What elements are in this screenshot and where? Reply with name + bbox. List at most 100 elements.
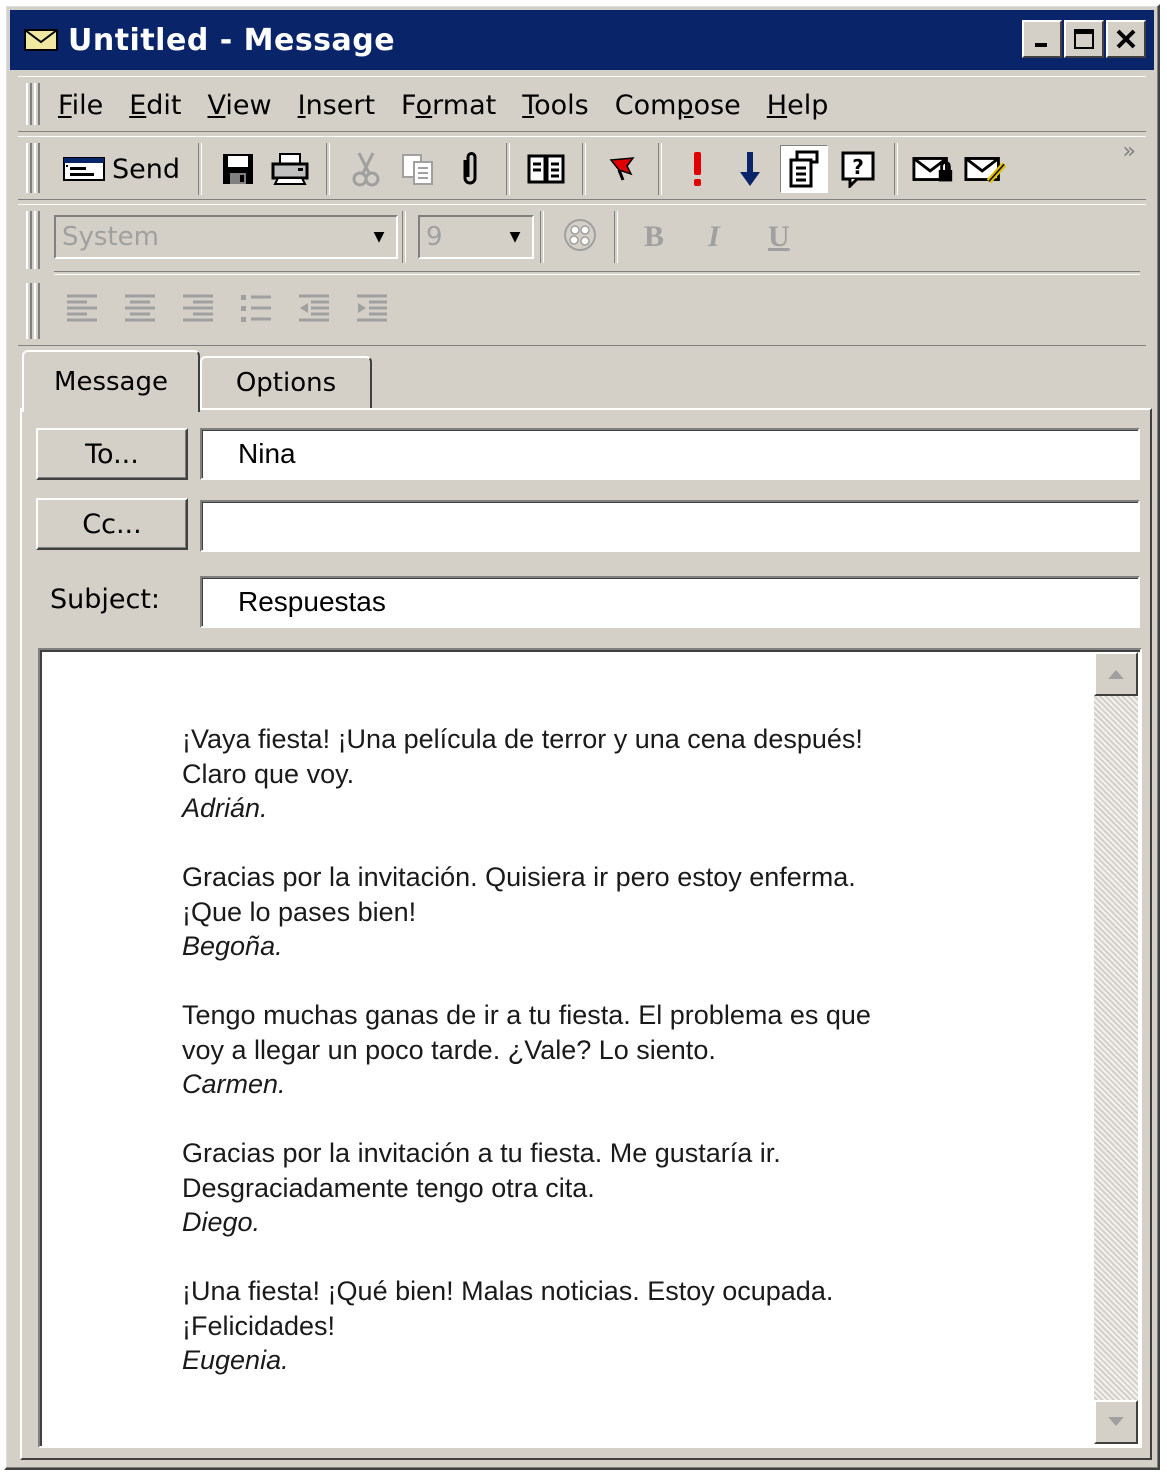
menu-bar: File Edit View Insert Format Tools Compose Help <box>18 76 1146 132</box>
font-color-button[interactable] <box>558 213 602 257</box>
separator <box>326 143 331 195</box>
tab-message[interactable]: Message <box>22 350 200 412</box>
toolbar-overflow-chevron[interactable]: » <box>1123 139 1136 164</box>
font-size-select[interactable]: 9 ▼ <box>418 215 534 259</box>
to-button-label: To... <box>85 438 139 470</box>
to-button[interactable]: To... <box>36 428 188 480</box>
menu-grip[interactable] <box>26 83 32 125</box>
to-field[interactable]: Nina <box>200 428 1140 480</box>
chevron-down-icon[interactable]: ▼ <box>364 219 394 255</box>
attach-button[interactable] <box>448 147 492 191</box>
separator <box>506 143 511 195</box>
scroll-down-button[interactable] <box>1094 1400 1138 1444</box>
message-body[interactable]: ¡Vaya fiesta! ¡Una película de terror y … <box>38 648 1142 1448</box>
help-icon: ? <box>841 151 875 188</box>
scroll-down-arrow-icon <box>1108 1417 1124 1426</box>
reply-signature: Adrián. <box>182 793 268 823</box>
reply-line: ¡Una fiesta! ¡Qué bien! Malas noticias. … <box>182 1276 834 1306</box>
cc-button[interactable]: Cc... <box>36 498 188 550</box>
italic-button[interactable]: I <box>708 207 720 267</box>
tab-options[interactable]: Options <box>200 356 372 408</box>
bullets-icon[interactable] <box>238 291 274 325</box>
envelope-icon <box>24 29 58 51</box>
address-book-button[interactable] <box>524 147 568 191</box>
flag-button[interactable] <box>600 147 644 191</box>
scroll-up-button[interactable] <box>1094 652 1138 696</box>
toolbar-divider <box>54 271 1140 275</box>
format-grip[interactable] <box>26 211 32 269</box>
menu-format[interactable]: Format <box>401 90 496 121</box>
align-left-icon[interactable] <box>64 291 100 325</box>
encrypt-icon <box>912 157 953 182</box>
send-label: Send <box>112 153 181 185</box>
separator <box>402 211 406 263</box>
reply-signature: Carmen. <box>182 1069 286 1099</box>
reply-line: ¡Vaya fiesta! ¡Una película de terror y … <box>182 724 863 754</box>
encrypt-button[interactable] <box>912 147 956 191</box>
save-icon <box>223 154 254 184</box>
subject-field[interactable]: Respuestas <box>200 576 1140 628</box>
message-text[interactable]: ¡Vaya fiesta! ¡Una película de terror y … <box>182 722 1082 1412</box>
toolbar-grip[interactable] <box>26 143 32 193</box>
increase-indent-icon[interactable] <box>354 291 390 325</box>
maximize-button[interactable] <box>1064 20 1104 58</box>
properties-button[interactable] <box>780 145 829 193</box>
sign-button[interactable] <box>964 147 1008 191</box>
tab-options-label: Options <box>235 368 337 398</box>
menu-view[interactable]: View <box>208 90 272 121</box>
bold-button[interactable]: B <box>644 207 664 267</box>
font-select[interactable]: System ▼ <box>54 215 398 259</box>
maximize-icon <box>1074 29 1094 49</box>
high-priority-icon <box>694 152 702 186</box>
flag-icon <box>609 157 635 181</box>
address-book-icon <box>527 154 565 184</box>
low-priority-button[interactable] <box>728 147 772 191</box>
font-value: System <box>62 222 159 252</box>
chevron-down-icon[interactable]: ▼ <box>500 219 530 255</box>
align-right-icon[interactable] <box>180 291 216 325</box>
decrease-indent-icon[interactable] <box>296 291 332 325</box>
print-button[interactable] <box>268 147 312 191</box>
vertical-scrollbar[interactable] <box>1094 652 1138 1444</box>
help-button[interactable]: ? <box>836 147 880 191</box>
low-priority-icon <box>740 152 761 186</box>
reply-paragraph: ¡Vaya fiesta! ¡Una película de terror y … <box>182 722 1082 826</box>
menu-grip-2 <box>34 83 40 125</box>
reply-paragraph: ¡Una fiesta! ¡Qué bien! Malas noticias. … <box>182 1274 1082 1378</box>
copy-button[interactable] <box>396 147 440 191</box>
properties-icon <box>789 150 819 188</box>
window-title: Untitled - Message <box>68 22 396 58</box>
send-button[interactable]: Send <box>54 153 188 185</box>
reply-line: voy a llegar un poco tarde. ¿Vale? Lo si… <box>182 1034 716 1065</box>
toolbar-grip-2 <box>34 143 40 193</box>
cc-field[interactable] <box>200 500 1140 552</box>
minimize-button[interactable] <box>1022 20 1062 58</box>
align-grip[interactable] <box>26 283 32 339</box>
reply-signature: Eugenia. <box>182 1345 289 1375</box>
menu-edit[interactable]: Edit <box>129 90 181 121</box>
menu-insert[interactable]: Insert <box>298 90 375 121</box>
save-button[interactable] <box>216 147 260 191</box>
copy-icon <box>402 154 434 185</box>
reply-signature: Diego. <box>182 1207 261 1237</box>
menu-help[interactable]: Help <box>767 90 829 121</box>
menu-file[interactable]: File <box>58 90 103 121</box>
menu-compose[interactable]: Compose <box>615 90 741 121</box>
reply-line: Tengo muchas ganas de ir a tu fiesta. El… <box>182 1000 871 1030</box>
reply-line: Gracias por la invitación. Quisiera ir p… <box>182 862 856 892</box>
print-icon <box>271 153 309 185</box>
high-priority-button[interactable] <box>676 147 720 191</box>
to-field-value: Nina <box>238 438 296 469</box>
title-bar[interactable]: Untitled - Message <box>10 10 1154 70</box>
font-color-icon <box>564 219 596 251</box>
underline-button[interactable]: U <box>768 207 790 267</box>
reply-line: Gracias por la invitación a tu fiesta. M… <box>182 1138 781 1168</box>
separator <box>658 143 663 195</box>
close-button[interactable] <box>1106 20 1146 58</box>
send-icon <box>63 157 105 181</box>
align-center-icon[interactable] <box>122 291 158 325</box>
cut-button[interactable] <box>344 147 388 191</box>
separator <box>614 211 618 263</box>
minimize-icon <box>1035 43 1047 47</box>
menu-tools[interactable]: Tools <box>522 90 589 121</box>
